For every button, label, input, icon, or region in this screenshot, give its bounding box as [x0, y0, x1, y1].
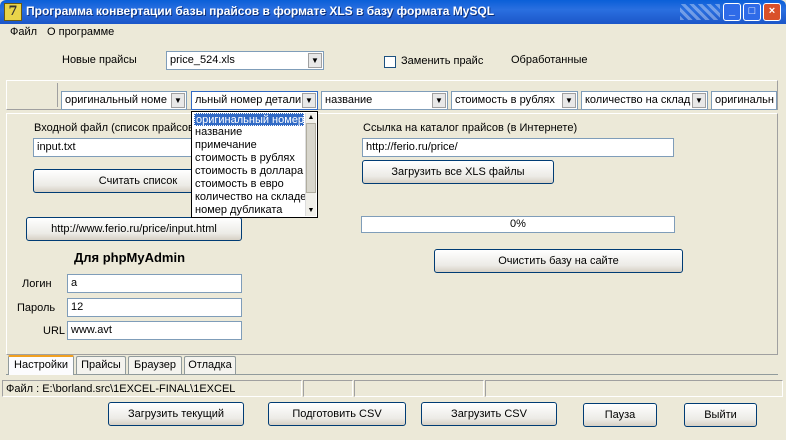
- processed-label: Обработанные: [511, 54, 588, 66]
- column-select-6[interactable]: оригинальны: [711, 91, 777, 110]
- load-current-button[interactable]: Загрузить текущий: [108, 402, 244, 426]
- column-select-4[interactable]: стоимость в рублях ▼: [451, 91, 578, 110]
- chevron-down-icon[interactable]: ▼: [171, 93, 185, 108]
- scroll-up-icon[interactable]: ▲: [306, 113, 316, 123]
- login-label: Логин: [22, 278, 52, 290]
- column-select-6-value: оригинальны: [715, 94, 774, 106]
- url-field[interactable]: www.avt: [67, 321, 242, 340]
- chevron-down-icon[interactable]: ▼: [562, 93, 576, 108]
- login-field[interactable]: a: [67, 274, 242, 293]
- scroll-down-icon[interactable]: ▼: [306, 206, 316, 216]
- dropdown-option[interactable]: примечание: [194, 139, 257, 152]
- replace-price-label: Заменить прайс: [401, 55, 484, 67]
- new-prices-value: price_524.xls: [170, 54, 235, 66]
- dropdown-option[interactable]: стоимость в доллара: [194, 165, 303, 178]
- tab-debug[interactable]: Отладка: [184, 356, 236, 374]
- close-icon[interactable]: ×: [763, 3, 781, 21]
- progress-text: 0%: [510, 218, 526, 230]
- column-select-1[interactable]: оригинальный номе ▼: [61, 91, 187, 110]
- column-select-4-value: стоимость в рублях: [455, 94, 555, 106]
- dropdown-option[interactable]: оригинальный номер: [194, 113, 304, 126]
- column-mapping-spacer: [8, 83, 58, 107]
- dropdown-option[interactable]: стоимость в евро: [194, 178, 284, 191]
- maximize-icon[interactable]: □: [743, 3, 761, 21]
- chevron-down-icon[interactable]: ▼: [692, 93, 706, 108]
- chevron-down-icon[interactable]: ▼: [308, 53, 322, 68]
- column-select-3-value: название: [325, 94, 373, 106]
- column-select-2-value: льный номер детали: [195, 94, 301, 106]
- input-file-label: Входной файл (список прайсов: [34, 122, 194, 134]
- column-select-2[interactable]: льный номер детали ▼: [191, 91, 318, 110]
- password-label: Пароль: [17, 302, 56, 314]
- dropdown-option[interactable]: номер дубликата: [194, 204, 282, 217]
- pause-button[interactable]: Пауза: [583, 403, 657, 427]
- load-csv-button[interactable]: Загрузить CSV: [421, 402, 557, 426]
- load-all-xls-button[interactable]: Загрузить все XLS файлы: [362, 160, 554, 184]
- catalog-url-field[interactable]: http://ferio.ru/price/: [362, 138, 674, 157]
- chevron-down-icon[interactable]: ▼: [432, 93, 446, 108]
- chevron-down-icon[interactable]: ▼: [302, 93, 316, 108]
- window-title: Программа конвертации базы прайсов в фор…: [26, 4, 495, 18]
- status-cell-2: [303, 380, 353, 397]
- replace-price-checkbox[interactable]: [384, 56, 396, 68]
- clear-db-button[interactable]: Очистить базу на сайте: [434, 249, 683, 273]
- app-icon: 7: [4, 3, 22, 21]
- tab-prices[interactable]: Прайсы: [76, 356, 126, 374]
- dropdown-scrollbar[interactable]: ▲ ▼: [305, 113, 316, 216]
- exit-button[interactable]: Выйти: [684, 403, 757, 427]
- catalog-label: Ссылка на каталог прайсов (в Интернете): [363, 122, 578, 134]
- progress-bar: 0%: [361, 216, 675, 233]
- tab-browser[interactable]: Браузер: [128, 356, 182, 374]
- password-field[interactable]: 12: [67, 298, 242, 317]
- tab-settings[interactable]: Настройки: [8, 355, 74, 375]
- phpmyadmin-heading: Для phpMyAdmin: [74, 250, 186, 265]
- scroll-thumb[interactable]: [306, 123, 316, 193]
- dropdown-option[interactable]: название: [194, 126, 242, 139]
- input-file-field[interactable]: input.txt: [33, 138, 195, 157]
- new-prices-label: Новые прайсы: [62, 54, 137, 66]
- new-prices-select[interactable]: price_524.xls ▼: [166, 51, 324, 70]
- menu-file[interactable]: Файл: [10, 26, 37, 38]
- column-select-5-value: количество на склад: [585, 94, 691, 106]
- column-dropdown-list[interactable]: оригинальный номер название примечание с…: [191, 111, 318, 218]
- dropdown-option[interactable]: стоимость в рублях: [194, 152, 295, 165]
- status-cell-4: [485, 380, 783, 397]
- prepare-csv-button[interactable]: Подготовить CSV: [268, 402, 406, 426]
- url-label: URL: [43, 325, 66, 337]
- dropdown-option[interactable]: количество на складе: [194, 191, 306, 204]
- menu-about[interactable]: О программе: [47, 26, 114, 38]
- status-cell-3: [354, 380, 484, 397]
- windows-flag-pattern: [680, 4, 720, 20]
- menu-bar: [0, 24, 786, 42]
- column-select-3[interactable]: название ▼: [321, 91, 448, 110]
- status-file-path: Файл : E:\borland.src\1EXCEL-FINAL\1EXCE…: [2, 380, 302, 397]
- tab-strip-line: [6, 374, 778, 375]
- column-select-1-value: оригинальный номе: [65, 94, 167, 106]
- column-select-5[interactable]: количество на склад ▼: [581, 91, 708, 110]
- input-url-button[interactable]: http://www.ferio.ru/price/input.html: [26, 217, 242, 241]
- minimize-icon[interactable]: _: [723, 3, 741, 21]
